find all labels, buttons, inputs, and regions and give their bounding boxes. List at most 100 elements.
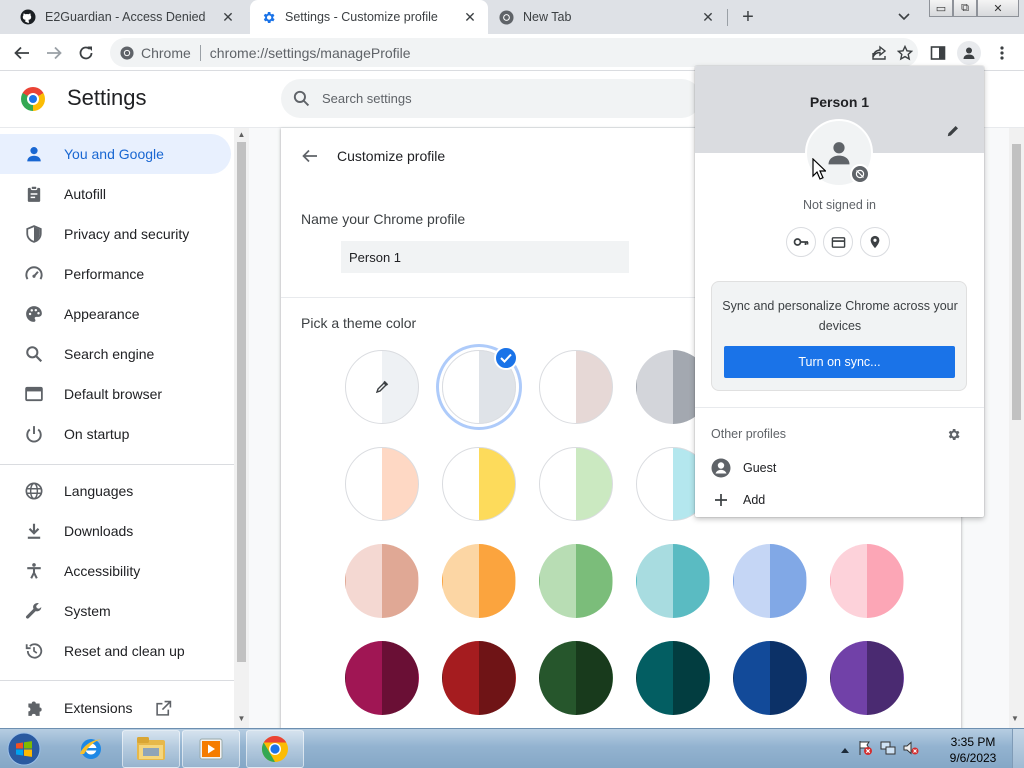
taskbar-chrome[interactable] (246, 730, 304, 768)
key-icon[interactable] (786, 227, 816, 257)
sidebar-item-label: Appearance (64, 306, 140, 322)
scroll-down-arrow-icon[interactable]: ▼ (1011, 714, 1019, 723)
divider (199, 44, 201, 61)
bookmark-star-icon[interactable] (892, 40, 918, 66)
restore-window-button[interactable]: ⧉ (953, 0, 977, 17)
back-arrow-icon[interactable] (299, 145, 321, 167)
scroll-up-arrow-icon[interactable]: ▲ (236, 130, 247, 141)
theme-color-swatch[interactable] (733, 641, 807, 715)
show-desktop-button[interactable] (1012, 729, 1024, 768)
add-profile-item[interactable]: Add (711, 489, 765, 511)
close-icon: ✕ (993, 2, 1003, 15)
guest-profile-item[interactable]: Guest (711, 457, 776, 479)
close-tab-icon[interactable]: ✕ (462, 9, 478, 25)
theme-color-swatch[interactable] (830, 641, 904, 715)
theme-color-swatch[interactable] (636, 544, 710, 618)
sync-off-icon (850, 164, 870, 184)
profile-name: Person 1 (809, 94, 870, 110)
theme-color-swatch[interactable] (345, 544, 419, 618)
popup-divider (695, 407, 984, 408)
profile-button[interactable] (957, 41, 981, 65)
network-icon[interactable] (880, 740, 896, 759)
theme-color-swatch[interactable] (733, 544, 807, 618)
theme-color-swatch[interactable] (539, 447, 613, 521)
location-pin-icon[interactable] (860, 227, 890, 257)
taskbar-file-explorer[interactable] (122, 730, 180, 768)
main-scrollbar[interactable]: ▼ (1009, 128, 1024, 728)
action-center-flag-icon[interactable] (857, 740, 873, 759)
sidebar-item-search-engine[interactable]: Search engine (0, 334, 231, 374)
edit-pencil-icon[interactable] (944, 122, 962, 140)
credit-card-icon[interactable] (823, 227, 853, 257)
theme-color-swatch[interactable] (345, 641, 419, 715)
sidebar-item-accessibility[interactable]: Accessibility (0, 551, 231, 591)
sidebar-item-system[interactable]: System (0, 591, 231, 631)
theme-color-swatch[interactable] (345, 447, 419, 521)
sidebar-item-default-browser[interactable]: Default browser (0, 374, 231, 414)
profile-name-label: Name your Chrome profile (301, 211, 466, 227)
shield-icon (24, 224, 44, 244)
sidebar-scrollbar[interactable]: ▲ ▼ (234, 128, 249, 728)
side-panel-button[interactable] (926, 41, 950, 65)
search-input[interactable] (322, 91, 622, 106)
theme-color-swatch[interactable] (539, 641, 613, 715)
url-text[interactable]: chrome://settings/manageProfile (210, 45, 411, 61)
start-button[interactable] (4, 730, 44, 768)
address-bar[interactable]: Chrome chrome://settings/manageProfile (110, 38, 918, 67)
turn-on-sync-button[interactable]: Turn on sync... (724, 346, 955, 378)
sidebar-item-languages[interactable]: Languages (0, 471, 231, 511)
sidebar-item-label: Downloads (64, 523, 134, 539)
sidebar-item-you-and-google[interactable]: You and Google (0, 134, 231, 174)
sidebar-item-extensions[interactable]: Extensions (0, 688, 231, 728)
scrollbar-thumb[interactable] (237, 142, 246, 662)
forward-button[interactable] (42, 41, 66, 65)
taskbar-internet-explorer[interactable] (62, 730, 120, 768)
tab-settings[interactable]: Settings - Customize profile ✕ (250, 0, 488, 34)
manage-profiles-gear-icon[interactable] (944, 425, 962, 443)
clock-time: 3:35 PM (950, 735, 996, 749)
profile-menu-popup: Person 1 Not signed in Sync and personal… (695, 66, 984, 517)
card-title: Customize profile (337, 148, 446, 164)
show-hidden-icons-icon[interactable] (840, 742, 850, 757)
sidebar-item-privacy-and-security[interactable]: Privacy and security (0, 214, 231, 254)
chrome-icon (261, 735, 288, 763)
sidebar-item-appearance[interactable]: Appearance (0, 294, 231, 334)
custom-color-swatch[interactable] (345, 350, 419, 424)
theme-color-swatch[interactable] (442, 447, 516, 521)
minimize-window-button[interactable]: ▭ (929, 0, 953, 17)
sidebar-item-label: System (64, 603, 111, 619)
sidebar-item-reset-and-clean-up[interactable]: Reset and clean up (0, 631, 231, 671)
share-icon[interactable] (866, 40, 892, 66)
scrollbar-thumb[interactable] (1012, 144, 1021, 420)
back-button[interactable] (10, 41, 34, 65)
sidebar-item-autofill[interactable]: Autofill (0, 174, 231, 214)
close-tab-icon[interactable]: ✕ (700, 9, 716, 25)
profile-name-input[interactable] (341, 241, 629, 273)
theme-color-swatch[interactable] (442, 544, 516, 618)
theme-color-swatch[interactable] (539, 350, 613, 424)
theme-color-swatch[interactable] (539, 544, 613, 618)
sidebar-item-downloads[interactable]: Downloads (0, 511, 231, 551)
tab-new-tab[interactable]: New Tab ✕ (488, 0, 726, 34)
settings-search[interactable] (281, 79, 701, 118)
close-tab-icon[interactable]: ✕ (220, 9, 236, 25)
scroll-down-arrow-icon[interactable]: ▼ (236, 714, 247, 725)
taskbar-media-player[interactable] (182, 730, 240, 768)
sidebar-item-on-startup[interactable]: On startup (0, 414, 231, 454)
close-window-button[interactable]: ✕ (977, 0, 1019, 17)
sidebar-item-label: Reset and clean up (64, 643, 185, 659)
sidebar-item-performance[interactable]: Performance (0, 254, 231, 294)
volume-muted-icon[interactable] (903, 740, 919, 759)
system-clock[interactable]: 3:35 PM 9/6/2023 (938, 734, 1008, 766)
theme-color-swatch[interactable] (636, 641, 710, 715)
chrome-menu-button[interactable] (990, 41, 1014, 65)
theme-color-swatch[interactable] (830, 544, 904, 618)
windows-taskbar: 3:35 PM 9/6/2023 (0, 728, 1024, 768)
new-tab-button[interactable]: + (736, 5, 760, 29)
page-title: Settings (67, 85, 147, 110)
theme-color-swatch[interactable] (442, 641, 516, 715)
arrow-left-icon (14, 46, 29, 60)
tab-search-chevron-icon[interactable] (894, 7, 914, 27)
reload-button[interactable] (74, 41, 98, 65)
tab-e2guardian[interactable]: E2Guardian - Access Denied ✕ (10, 0, 246, 34)
